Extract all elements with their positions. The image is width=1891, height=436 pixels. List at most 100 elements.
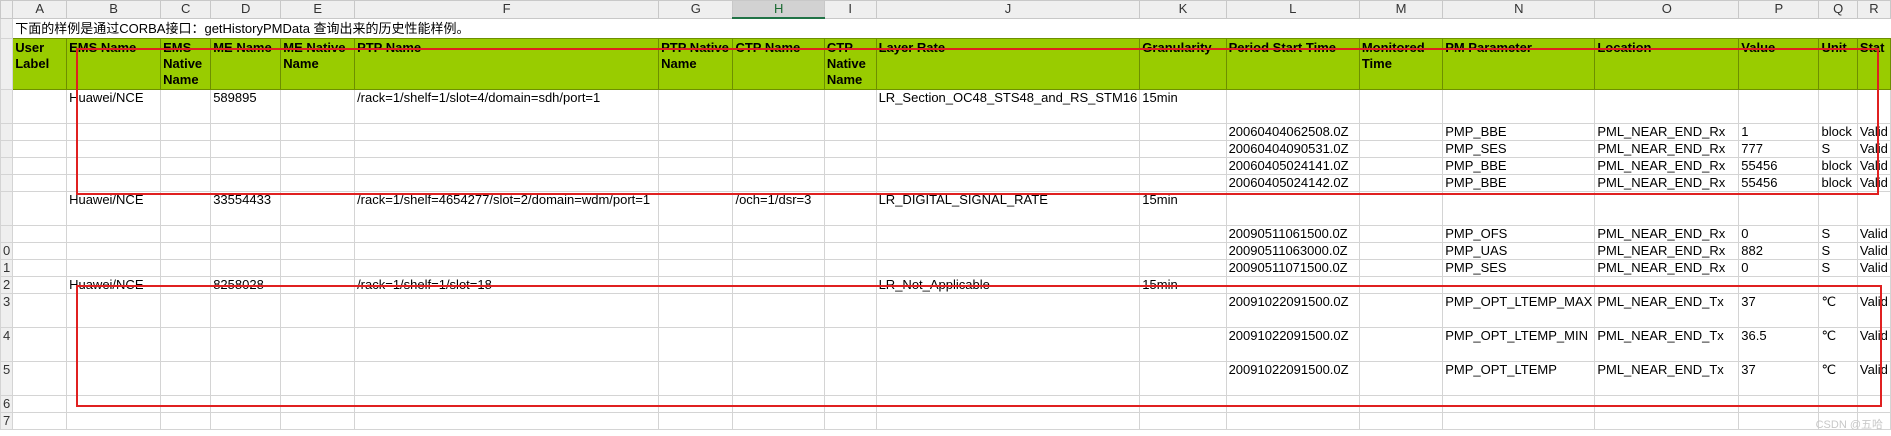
table-cell[interactable]: [354, 224, 660, 243]
table-cell[interactable]: [1358, 156, 1444, 175]
table-cell[interactable]: [210, 326, 282, 362]
table-cell[interactable]: [160, 190, 212, 226]
table-cell[interactable]: [160, 156, 212, 175]
table-cell[interactable]: [354, 292, 660, 328]
table-cell[interactable]: LR_Not_Applicable: [875, 275, 1141, 294]
table-cell[interactable]: [160, 241, 212, 260]
table-cell[interactable]: [1358, 139, 1444, 158]
table-cell[interactable]: [280, 122, 356, 141]
table-cell[interactable]: Valid: [1856, 122, 1891, 141]
table-cell[interactable]: [1738, 88, 1820, 124]
table-cell[interactable]: [280, 394, 356, 413]
table-cell[interactable]: S: [1818, 139, 1858, 158]
row-number[interactable]: 3: [0, 292, 14, 328]
note-cell[interactable]: 下面的样例是通过CORBA接口：getHistoryPMData 查询出来的历史…: [13, 18, 1891, 38]
table-cell[interactable]: [280, 156, 356, 175]
table-cell[interactable]: [875, 139, 1141, 158]
table-cell[interactable]: [875, 411, 1141, 430]
table-cell[interactable]: 20060405024142.0Z: [1225, 173, 1360, 192]
table-cell[interactable]: PMP_BBE: [1442, 173, 1596, 192]
table-cell[interactable]: [1594, 275, 1740, 294]
table-cell[interactable]: Valid: [1856, 292, 1891, 328]
table-cell[interactable]: [12, 241, 68, 260]
table-cell[interactable]: Valid: [1856, 156, 1891, 175]
table-cell[interactable]: [1139, 326, 1227, 362]
table-cell[interactable]: [160, 411, 212, 430]
table-cell[interactable]: [732, 241, 825, 260]
table-cell[interactable]: [160, 122, 212, 141]
table-cell[interactable]: [12, 326, 68, 362]
table-cell[interactable]: [210, 241, 282, 260]
table-cell[interactable]: Huawei/NCE: [66, 88, 162, 124]
table-cell[interactable]: [875, 122, 1141, 141]
column-header-l[interactable]: L: [1225, 0, 1360, 19]
table-cell[interactable]: [823, 139, 877, 158]
table-cell[interactable]: 20090511061500.0Z: [1225, 224, 1360, 243]
table-cell[interactable]: [732, 139, 825, 158]
table-cell[interactable]: Valid: [1856, 173, 1891, 192]
table-cell[interactable]: [1139, 241, 1227, 260]
table-cell[interactable]: [732, 411, 825, 430]
table-cell[interactable]: [1358, 122, 1444, 141]
table-cell[interactable]: [12, 360, 68, 396]
table-cell[interactable]: [1139, 258, 1227, 277]
table-cell[interactable]: 0: [1738, 258, 1820, 277]
table-cell[interactable]: [1856, 190, 1891, 226]
table-cell[interactable]: [12, 394, 68, 413]
field-header-cell[interactable]: EMS Native Name: [160, 37, 212, 90]
table-cell[interactable]: [732, 326, 825, 362]
column-header-k[interactable]: K: [1139, 0, 1227, 19]
table-cell[interactable]: [280, 326, 356, 362]
table-cell[interactable]: 589895: [210, 88, 282, 124]
table-cell[interactable]: [658, 360, 734, 396]
row-number[interactable]: [0, 17, 14, 39]
select-all-corner[interactable]: [0, 0, 14, 19]
table-cell[interactable]: [1225, 394, 1360, 413]
table-cell[interactable]: [1818, 88, 1858, 124]
table-cell[interactable]: [875, 224, 1141, 243]
table-cell[interactable]: [66, 139, 162, 158]
table-cell[interactable]: [354, 139, 660, 158]
table-cell[interactable]: [210, 411, 282, 430]
table-cell[interactable]: [1358, 190, 1444, 226]
table-cell[interactable]: Valid: [1856, 224, 1891, 243]
field-header-cell[interactable]: Unit: [1818, 37, 1858, 90]
table-cell[interactable]: PML_NEAR_END_Rx: [1594, 122, 1740, 141]
table-cell[interactable]: [823, 122, 877, 141]
field-header-cell[interactable]: Period Start Time: [1225, 37, 1360, 90]
table-cell[interactable]: [160, 360, 212, 396]
table-cell[interactable]: [160, 326, 212, 362]
table-cell[interactable]: [875, 241, 1141, 260]
table-cell[interactable]: [280, 411, 356, 430]
table-cell[interactable]: [280, 360, 356, 396]
column-header-p[interactable]: P: [1738, 0, 1820, 19]
table-cell[interactable]: [1856, 88, 1891, 124]
table-cell[interactable]: [66, 122, 162, 141]
table-cell[interactable]: 20091022091500.0Z: [1225, 360, 1360, 396]
table-cell[interactable]: PML_NEAR_END_Tx: [1594, 360, 1740, 396]
table-cell[interactable]: [66, 241, 162, 260]
table-cell[interactable]: S: [1818, 241, 1858, 260]
table-cell[interactable]: [1594, 88, 1740, 124]
table-cell[interactable]: block: [1818, 156, 1858, 175]
table-cell[interactable]: [875, 156, 1141, 175]
table-cell[interactable]: [354, 122, 660, 141]
table-cell[interactable]: [1358, 88, 1444, 124]
table-cell[interactable]: PML_NEAR_END_Rx: [1594, 241, 1740, 260]
table-cell[interactable]: [354, 241, 660, 260]
table-cell[interactable]: [66, 411, 162, 430]
table-cell[interactable]: [1139, 173, 1227, 192]
table-cell[interactable]: [823, 190, 877, 226]
table-cell[interactable]: [732, 292, 825, 328]
table-cell[interactable]: [160, 292, 212, 328]
table-cell[interactable]: [823, 241, 877, 260]
table-cell[interactable]: [160, 394, 212, 413]
table-cell[interactable]: [732, 360, 825, 396]
table-cell[interactable]: [1594, 394, 1740, 413]
table-cell[interactable]: [658, 88, 734, 124]
column-header-n[interactable]: N: [1442, 0, 1596, 19]
table-cell[interactable]: 55456: [1738, 173, 1820, 192]
table-cell[interactable]: PML_NEAR_END_Rx: [1594, 156, 1740, 175]
table-cell[interactable]: [354, 360, 660, 396]
table-cell[interactable]: ℃: [1818, 360, 1858, 396]
